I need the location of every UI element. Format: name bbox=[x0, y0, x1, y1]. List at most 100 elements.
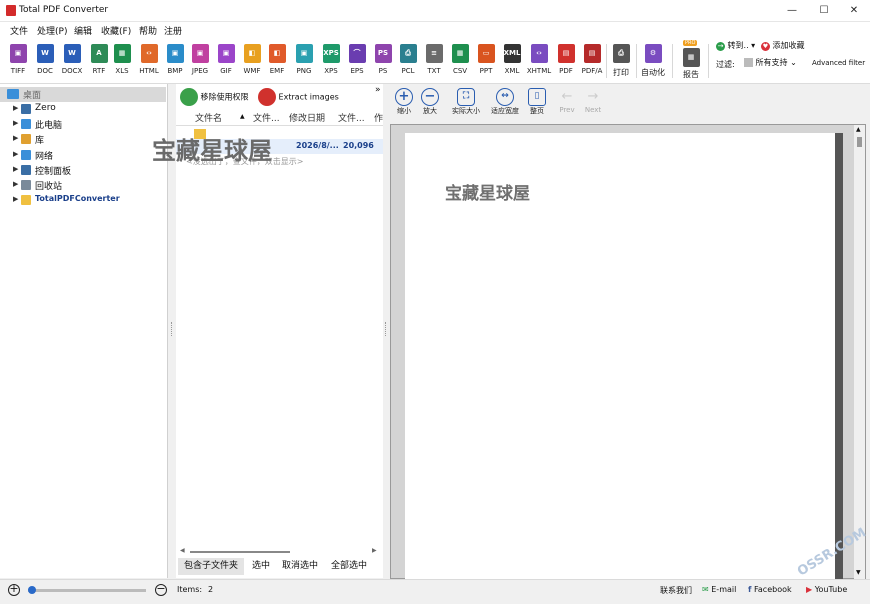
convert-xls-button[interactable]: ▦ XLS bbox=[108, 42, 136, 82]
h-scrollbar[interactable]: ◀ ▶ bbox=[178, 547, 381, 556]
full-page-button[interactable]: ▯ 整页 bbox=[520, 88, 554, 116]
select-all-button[interactable]: 全部选中 bbox=[331, 558, 367, 575]
print-button[interactable]: ⎙ 打印 bbox=[608, 42, 634, 82]
chevron-right-icon[interactable]: ▶ bbox=[13, 104, 18, 112]
close-button[interactable]: ✕ bbox=[838, 0, 870, 22]
format-label: EMF bbox=[269, 67, 285, 75]
scroll-up-icon[interactable]: ▲ bbox=[856, 126, 861, 133]
menu-help[interactable]: 帮助 bbox=[139, 24, 157, 37]
facebook-link[interactable]: f Facebook bbox=[748, 585, 792, 594]
format-label: HTML bbox=[139, 67, 159, 75]
format-label: BMP bbox=[167, 67, 183, 75]
contact-link[interactable]: 联系我们 bbox=[660, 585, 692, 596]
convert-xhtml-button[interactable]: ‹› XHTML bbox=[525, 42, 553, 82]
tree-item[interactable]: ▶ Zero bbox=[0, 102, 168, 117]
arrow-right-icon: → bbox=[716, 42, 725, 51]
convert-pcl-button[interactable]: ⎙ PCL bbox=[394, 42, 422, 82]
convert-html-button[interactable]: ‹› HTML bbox=[135, 42, 163, 82]
youtube-link[interactable]: ▶ YouTube bbox=[806, 585, 847, 594]
scroll-thumb[interactable] bbox=[190, 551, 290, 553]
convert-ps-button[interactable]: PS PS bbox=[369, 42, 397, 82]
menu-process[interactable]: 处理(P) bbox=[37, 24, 67, 37]
add-favorite-button[interactable]: ♥ 添加收藏 bbox=[761, 40, 805, 51]
col-author[interactable]: 作 bbox=[374, 111, 383, 125]
chevron-right-icon[interactable]: ▶ bbox=[13, 165, 18, 173]
window-title: Total PDF Converter bbox=[19, 5, 109, 15]
convert-bmp-button[interactable]: ▣ BMP bbox=[161, 42, 189, 82]
tree-item[interactable]: ▶ 此电脑 bbox=[0, 117, 168, 132]
tree-root-desktop[interactable]: 桌面 bbox=[0, 87, 166, 102]
col-filetype[interactable]: 文件... bbox=[253, 111, 280, 125]
email-link[interactable]: ✉ E-mail bbox=[702, 585, 736, 594]
goto-button[interactable]: → 转到.. ▾ bbox=[716, 40, 755, 51]
convert-eps-button[interactable]: ⌒ EPS bbox=[343, 42, 371, 82]
convert-tiff-button[interactable]: ▣ TIFF bbox=[4, 42, 32, 82]
menu-favorites[interactable]: 收藏(F) bbox=[101, 24, 131, 37]
convert-png-button[interactable]: ▣ PNG bbox=[290, 42, 318, 82]
preview-area: 宝藏星球屋 ▲ ▼ bbox=[390, 124, 866, 580]
actual-size-button[interactable]: ⛶ 实际大小 bbox=[449, 88, 483, 116]
menu-file[interactable]: 文件 bbox=[10, 24, 28, 37]
scroll-right-icon[interactable]: ▶ bbox=[372, 547, 377, 554]
menu-bar: 文件 处理(P) 编辑 收藏(F) 帮助 注册 bbox=[0, 22, 870, 38]
next-button[interactable]: → Next bbox=[576, 88, 610, 114]
zoom-in-icon[interactable]: + bbox=[8, 583, 20, 596]
scroll-left-icon[interactable]: ◀ bbox=[180, 547, 185, 554]
convert-docx-button[interactable]: W DOCX bbox=[58, 42, 86, 82]
slider-thumb[interactable] bbox=[28, 586, 36, 594]
convert-pdf-button[interactable]: ▤ PDF bbox=[552, 42, 580, 82]
mail-icon: ✉ bbox=[702, 585, 709, 594]
plus-icon: + bbox=[395, 88, 413, 106]
splitter-handle[interactable] bbox=[171, 322, 173, 336]
convert-xml-button[interactable]: XML XML bbox=[498, 42, 526, 82]
automate-button[interactable]: ⚙ 自动化 bbox=[638, 42, 668, 82]
convert-pdf-a-button[interactable]: ▤ PDF/A bbox=[578, 42, 606, 82]
zoom-out-icon[interactable]: − bbox=[155, 583, 167, 596]
report-button[interactable]: PRO ▦ 报告 bbox=[677, 40, 705, 82]
col-modified[interactable]: 修改日期 bbox=[289, 111, 325, 125]
extract-images-button[interactable]: Extract images bbox=[258, 88, 339, 108]
scroll-thumb[interactable] bbox=[857, 137, 862, 147]
tree-item[interactable]: ▶ 回收站 bbox=[0, 178, 168, 193]
scroll-down-icon[interactable]: ▼ bbox=[856, 569, 861, 576]
filter-select[interactable]: 所有支持 ⌄ bbox=[744, 56, 806, 70]
tree-item[interactable]: ▶ 网络 bbox=[0, 148, 168, 163]
format-label: TIFF bbox=[10, 67, 26, 75]
col-filesize[interactable]: 文件... bbox=[338, 111, 365, 125]
convert-ppt-button[interactable]: ▭ PPT bbox=[472, 42, 500, 82]
zoom-slider[interactable] bbox=[28, 586, 146, 594]
chevron-right-icon[interactable]: ▶ bbox=[13, 134, 18, 142]
convert-csv-button[interactable]: ▦ CSV bbox=[446, 42, 474, 82]
convert-xps-button[interactable]: XPS XPS bbox=[317, 42, 345, 82]
convert-wmf-button[interactable]: ◧ WMF bbox=[238, 42, 266, 82]
select-button[interactable]: 选中 bbox=[252, 558, 270, 575]
tree-item[interactable]: ▶ TotalPDFConverter bbox=[0, 193, 168, 208]
tree-item[interactable]: ▶ 库 bbox=[0, 132, 168, 147]
splitter-handle[interactable] bbox=[385, 322, 387, 336]
convert-jpeg-button[interactable]: ▣ JPEG bbox=[186, 42, 214, 82]
col-filename[interactable]: 文件名 bbox=[195, 111, 222, 125]
zoom-in-button[interactable]: − 放大 bbox=[413, 88, 447, 116]
tree-item[interactable]: ▶ 控制面板 bbox=[0, 163, 168, 178]
chevron-right-icon[interactable]: ▶ bbox=[13, 150, 18, 158]
chevron-right-icon[interactable]: ▶ bbox=[13, 119, 18, 127]
convert-doc-button[interactable]: W DOC bbox=[31, 42, 59, 82]
convert-txt-button[interactable]: ≡ TXT bbox=[420, 42, 448, 82]
convert-emf-button[interactable]: ◧ EMF bbox=[263, 42, 291, 82]
unselect-button[interactable]: 取消选中 bbox=[282, 558, 318, 575]
format-label: GIF bbox=[220, 67, 232, 75]
chevron-right-icon[interactable]: ▶ bbox=[13, 195, 18, 203]
menu-edit[interactable]: 编辑 bbox=[74, 24, 92, 37]
include-subfolders-button[interactable]: 包含子文件夹 bbox=[178, 558, 244, 575]
fit-width-button[interactable]: ↔ 适应宽度 bbox=[488, 88, 522, 116]
menu-register[interactable]: 注册 bbox=[164, 24, 182, 37]
minimize-button[interactable]: — bbox=[776, 0, 808, 22]
remove-permissions-button[interactable]: 移除使用权限 bbox=[180, 88, 249, 108]
advanced-filter-link[interactable]: Advanced filter bbox=[812, 59, 865, 67]
format-label: PNG bbox=[296, 67, 312, 75]
more-chevron-icon[interactable]: » bbox=[375, 85, 381, 95]
maximize-button[interactable]: ☐ bbox=[808, 0, 840, 22]
chevron-right-icon[interactable]: ▶ bbox=[13, 180, 18, 188]
v-scrollbar[interactable]: ▲ ▼ bbox=[854, 125, 865, 579]
convert-gif-button[interactable]: ▣ GIF bbox=[212, 42, 240, 82]
